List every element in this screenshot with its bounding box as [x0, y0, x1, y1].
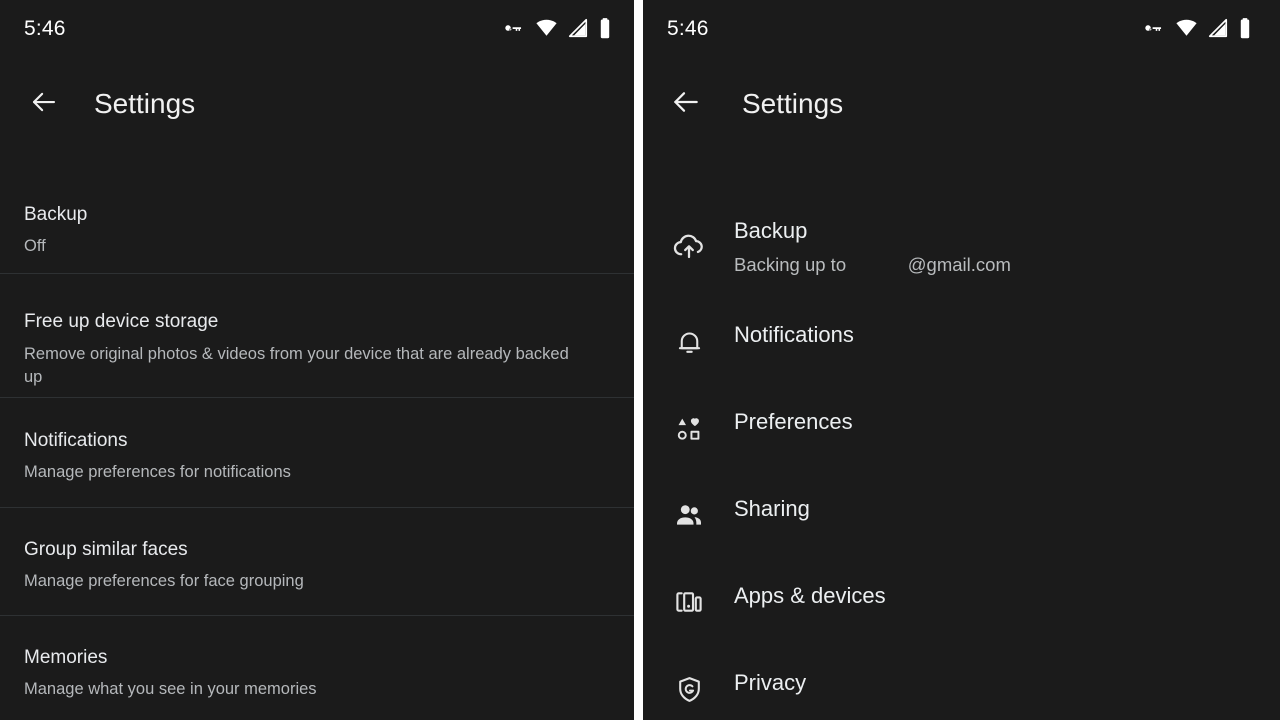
- battery-icon: [598, 17, 612, 40]
- list-item-title: Group similar faces: [24, 539, 188, 560]
- list-item-notifications[interactable]: Notifications Manage preferences for not…: [0, 398, 634, 508]
- cell-signal-icon: [567, 17, 589, 39]
- back-arrow-icon: [670, 86, 702, 123]
- wifi-icon: [1175, 17, 1198, 39]
- page-title-left: Settings: [94, 88, 196, 119]
- status-bar-clock: 5:46: [667, 16, 709, 40]
- list-item-free-up-device-storage[interactable]: Free up device storage Remove original p…: [0, 274, 634, 398]
- list-item-title: Apps & devices: [734, 583, 886, 608]
- list-item-notifications[interactable]: Notifications: [643, 312, 1280, 399]
- app-bar-left: Settings: [0, 56, 634, 152]
- status-bar-icons: [1144, 17, 1252, 40]
- settings-list-right: Backup Backing up to @gmail.com Notifica…: [643, 206, 1280, 720]
- wifi-icon: [535, 17, 558, 39]
- list-item-text: Notifications: [734, 312, 854, 346]
- status-bar-icons: [504, 17, 612, 40]
- list-item-text: Privacy: [734, 660, 806, 694]
- list-item-text: Backup Backing up to @gmail.com: [734, 206, 1011, 275]
- status-bar-right: 5:46: [643, 0, 1280, 56]
- back-button-right[interactable]: [668, 86, 704, 122]
- left-phone-screen: 5:46 Settings Backup Off Free up device …: [0, 0, 634, 720]
- page-title-right: Settings: [742, 88, 844, 119]
- vpn-key-icon: [1144, 17, 1166, 39]
- list-item-title: Free up device storage: [24, 311, 219, 332]
- list-item-text: Apps & devices: [734, 573, 886, 607]
- settings-list-left: Backup Off Free up device storage Remove…: [0, 168, 634, 720]
- list-item-title: Backup: [24, 204, 88, 225]
- back-arrow-icon: [29, 87, 59, 122]
- list-item-subtitle: Manage what you see in your memories: [24, 680, 317, 698]
- list-item-text: Sharing: [734, 486, 810, 520]
- list-item-group-similar-faces[interactable]: Group similar faces Manage preferences f…: [0, 508, 634, 616]
- cloud-upload-icon: [672, 228, 706, 262]
- list-item-apps-and-devices[interactable]: Apps & devices: [643, 573, 1280, 660]
- list-item-subtitle: Off: [24, 237, 46, 255]
- list-item-title: Memories: [24, 647, 108, 668]
- shapes-grid-icon: [672, 411, 706, 445]
- list-item-subtitle: Manage preferences for face grouping: [24, 572, 304, 590]
- list-item-privacy[interactable]: Privacy: [643, 660, 1280, 720]
- status-bar-left: 5:46: [0, 0, 634, 56]
- list-item-memories[interactable]: Memories Manage what you see in your mem…: [0, 616, 634, 720]
- list-item-subtitle: Remove original photos & videos from you…: [24, 345, 569, 386]
- dual-screenshot-container: 5:46 Settings Backup Off Free up device …: [0, 0, 1280, 720]
- screenshot-separator: [634, 0, 643, 720]
- list-item-title: Notifications: [734, 322, 854, 347]
- list-item-title: Preferences: [734, 409, 853, 434]
- list-item-text: Preferences: [734, 399, 853, 433]
- devices-icon: [672, 585, 706, 619]
- right-phone-screen: 5:46 Settings Backup Backing up to @gmai…: [643, 0, 1280, 720]
- status-bar-clock: 5:46: [24, 16, 66, 40]
- shield-g-icon: [672, 672, 706, 706]
- back-button-left[interactable]: [26, 86, 62, 122]
- list-item-subtitle: Manage preferences for notifications: [24, 463, 291, 481]
- list-item-preferences[interactable]: Preferences: [643, 399, 1280, 486]
- list-item-title: Privacy: [734, 670, 807, 695]
- cell-signal-icon: [1207, 17, 1229, 39]
- list-item-backup[interactable]: Backup Backing up to @gmail.com: [643, 206, 1280, 312]
- battery-icon: [1238, 17, 1252, 40]
- vpn-key-icon: [504, 17, 526, 39]
- list-item-title: Notifications: [24, 430, 128, 451]
- app-bar-right: Settings: [643, 56, 1280, 152]
- list-item-sharing[interactable]: Sharing: [643, 486, 1280, 573]
- list-item-title: Sharing: [734, 496, 810, 521]
- list-item-title: Backup: [734, 218, 808, 243]
- list-item-subtitle: Backing up to @gmail.com: [734, 254, 1011, 275]
- bell-icon: [672, 324, 706, 358]
- list-item-backup[interactable]: Backup Off: [0, 168, 634, 274]
- people-icon: [672, 498, 706, 532]
